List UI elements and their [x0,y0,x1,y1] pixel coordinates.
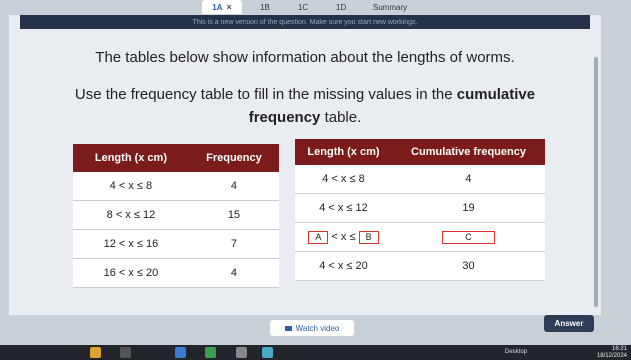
frequency-cell: 15 [188,200,279,230]
tab-1b-label: 1B [260,2,270,12]
table-row: 8 < x ≤ 12 15 [73,200,279,230]
table-row: 12 < x ≤ 16 7 [73,229,279,259]
answer-box-a[interactable]: A [308,230,329,244]
question-panel: This is a new version of the question. M… [9,15,601,315]
length-cell: 4 < x ≤ 20 [295,251,392,281]
length-cell: 4 < x ≤ 8 [295,165,392,194]
question-instruction: Use the frequency table to fill in the m… [9,83,601,129]
length-cell: 12 < x ≤ 16 [73,229,189,259]
desktop-label[interactable]: Desktop [505,349,527,355]
answer-button[interactable]: Answer [544,315,594,332]
tab-1a[interactable]: 1A × [202,0,242,14]
cumulative-frequency-cell: 4 [391,165,545,194]
taskbar: Desktop 16:21 18/12/2024 [0,345,631,360]
tab-1c-label: 1C [297,2,309,12]
column-header-length: Length (x cm) [73,144,189,172]
tab-bar: 1A × 1B 1C 1D Summary [0,0,631,15]
frequency-cell: 4 [188,172,279,201]
scrollbar[interactable] [593,15,599,315]
clock-time: 16:21 [611,346,627,352]
tab-1a-label: 1A [212,2,223,12]
cumulative-frequency-cell: 19 [391,193,545,223]
length-cell: 4 < x ≤ 12 [295,193,392,223]
column-header-frequency: Frequency [188,144,279,172]
instruction-text: Use the frequency table to fill in the m… [74,86,457,103]
table-row: 4 < x ≤ 12 19 [295,193,545,223]
table-header-row: Length (x cm) Frequency [73,144,279,172]
app-icon[interactable] [262,347,273,358]
tab-summary[interactable]: Summary [365,0,415,14]
table-row: 16 < x ≤ 20 4 [73,258,279,288]
tab-summary-label: Summary [372,2,408,12]
watch-video-label: Watch video [295,323,340,333]
clock-date: 18/12/2024 [596,353,627,359]
frequency-cell: 4 [188,258,279,288]
answer-box-b[interactable]: B [358,230,379,244]
cumulative-frequency-cell: 30 [391,251,545,281]
tab-1d-label: 1D [335,2,347,12]
instruction-bold-2: frequency [248,109,321,126]
table-row: A < x ≤ B C [295,222,545,252]
length-cell: 8 < x ≤ 12 [73,200,189,230]
app-icon[interactable] [175,347,186,358]
cumulative-frequency-cell: C [391,222,545,252]
answer-box-c[interactable]: C [442,230,495,244]
question-line-1: The tables below show information about … [95,49,515,66]
frequency-table: Length (x cm) Frequency 4 < x ≤ 8 4 8 < … [73,144,279,288]
instruction-text-end: table. [320,109,362,126]
tab-1b[interactable]: 1B [250,0,280,14]
new-version-banner: This is a new version of the question. M… [20,15,590,29]
system-clock[interactable]: 16:21 18/12/2024 [597,346,627,360]
frequency-cell: 7 [188,229,279,259]
tab-1c[interactable]: 1C [288,0,318,14]
video-camera-icon [284,325,292,331]
column-header-cumulative-frequency: Cumulative frequency [391,139,545,165]
scrollbar-thumb[interactable] [594,57,598,307]
app-icon[interactable] [90,347,101,358]
table-row: 4 < x ≤ 8 4 [73,172,279,201]
app-icon[interactable] [205,347,216,358]
app-icon[interactable] [236,347,247,358]
app-icon[interactable] [120,347,131,358]
cumulative-frequency-table: Length (x cm) Cumulative frequency 4 < x… [295,139,545,281]
length-cell: A < x ≤ B [295,222,392,252]
table-row: 4 < x ≤ 20 30 [295,251,545,281]
tab-1d[interactable]: 1D [326,0,356,14]
instruction-bold-1: cumulative [456,86,536,103]
length-cell: 4 < x ≤ 8 [73,172,189,201]
column-header-length: Length (x cm) [295,139,392,165]
length-cell: 16 < x ≤ 20 [73,258,189,288]
close-icon[interactable]: × [226,2,231,12]
watch-video-button[interactable]: Watch video [270,320,354,336]
table-header-row: Length (x cm) Cumulative frequency [295,139,545,165]
table-row: 4 < x ≤ 8 4 [295,165,545,194]
inequality-text: < x ≤ [328,230,359,243]
